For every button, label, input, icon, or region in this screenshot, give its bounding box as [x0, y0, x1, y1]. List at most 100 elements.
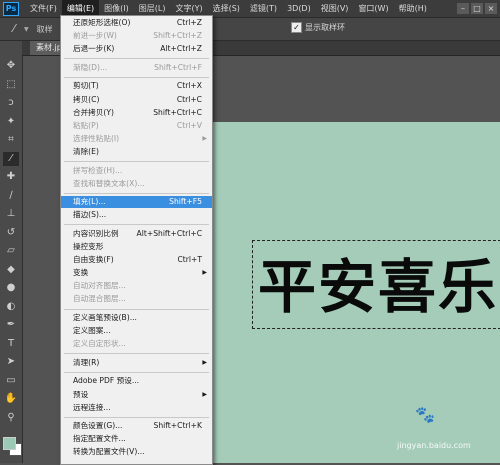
- menu-option-shortcut: Ctrl+Z: [176, 18, 202, 27]
- menu-option-label: 选择性粘贴(I): [73, 133, 120, 143]
- menu-option[interactable]: Adobe PDF 预设...: [61, 375, 212, 387]
- brush-icon[interactable]: ∕: [3, 189, 19, 203]
- foreground-color-swatch[interactable]: [3, 437, 16, 450]
- chevron-down-icon[interactable]: ▼: [24, 26, 29, 33]
- menu-option-label: 操控变形: [73, 242, 104, 251]
- menu-separator: [64, 76, 209, 78]
- menu-option[interactable]: 清理(R) ▶: [61, 357, 212, 369]
- show-sampling-ring-option[interactable]: ✓ 显示取样环: [291, 22, 345, 33]
- menu-option: 粘贴(P) Ctrl+V: [61, 120, 212, 132]
- marquee-selection: [252, 240, 500, 329]
- menu-item[interactable]: 帮助(H): [394, 0, 432, 17]
- pen-icon[interactable]: ✒: [3, 318, 19, 332]
- sample-label: 取样: [36, 24, 53, 34]
- menu-option-shortcut: Shift+Ctrl+K: [153, 421, 202, 431]
- photoshop-logo: Ps: [3, 1, 19, 16]
- bucket-icon[interactable]: ◆: [3, 263, 19, 277]
- crop-icon[interactable]: ⌗: [3, 133, 19, 147]
- menu-option-shortcut: Ctrl+T: [177, 255, 202, 265]
- maximize-icon[interactable]: □: [471, 3, 483, 14]
- close-icon[interactable]: ×: [485, 3, 497, 14]
- type-icon[interactable]: T: [3, 337, 19, 351]
- menu-separator: [64, 224, 209, 226]
- menu-option[interactable]: 远程连接...: [61, 402, 212, 414]
- menu-item[interactable]: 3D(D): [282, 0, 316, 17]
- window-controls: – □ ×: [457, 3, 500, 14]
- menu-option[interactable]: 指定配置文件...: [61, 433, 212, 445]
- history-brush-icon[interactable]: ↺: [3, 226, 19, 240]
- menu-separator: [64, 308, 209, 310]
- menu-option[interactable]: 清除(E): [61, 146, 212, 158]
- shape-icon[interactable]: ▭: [3, 374, 19, 388]
- menu-option-label: 描边(S)...: [73, 210, 107, 220]
- minimize-icon[interactable]: –: [457, 3, 469, 14]
- menu-option-label: 渐隐(D)...: [73, 62, 108, 72]
- menu-option[interactable]: 颜色设置(G)... Shift+Ctrl+K: [61, 420, 212, 432]
- menu-option-shortcut: Shift+Ctrl+Z: [153, 31, 202, 41]
- menu-item[interactable]: 文件(F): [25, 0, 62, 17]
- show-sampling-ring-checkbox[interactable]: ✓: [291, 22, 302, 33]
- menu-option[interactable]: 内容识别比例 Alt+Shift+Ctrl+C: [61, 228, 212, 240]
- menu-item[interactable]: 视图(V): [316, 0, 354, 17]
- show-sampling-ring-label: 显示取样环: [305, 23, 345, 32]
- menu-option[interactable]: 操控变形: [61, 241, 212, 253]
- menu-option[interactable]: 填充(L)... Shift+F5: [61, 196, 212, 209]
- menu-option[interactable]: 转换为配置文件(V)...: [61, 446, 212, 458]
- menu-option-label: 指定配置文件...: [73, 434, 126, 444]
- menu-option-shortcut: Ctrl+V: [176, 120, 202, 130]
- menu-option-label: 清理(R): [73, 357, 100, 367]
- menu-option-label: 后退一步(K): [73, 44, 115, 54]
- menu-option: 自动混合图层...: [61, 293, 212, 305]
- menu-option: 自动对齐图层...: [61, 280, 212, 292]
- menu-separator: [64, 161, 209, 162]
- lasso-icon[interactable]: ↄ: [3, 96, 19, 110]
- submenu-arrow-icon: ▶: [202, 269, 207, 277]
- edit-menu-dropdown: 还原矩形选框(O) Ctrl+Z 前进一步(W) Shift+Ctrl+Z 后退一步(K…: [60, 15, 213, 465]
- menu-option[interactable]: 预设 ▶: [61, 389, 212, 401]
- menu-option[interactable]: 后退一步(K) Alt+Ctrl+Z: [61, 43, 212, 55]
- menu-option-label: 预设: [73, 389, 89, 399]
- menu-option: 拼写检查(H)...: [61, 165, 212, 177]
- menu-option-label: 定义画笔预设(B)...: [73, 313, 137, 322]
- path-select-icon[interactable]: ➤: [3, 355, 19, 369]
- move-icon[interactable]: ✥: [3, 59, 19, 73]
- eyedropper-icon[interactable]: ⁄: [3, 151, 19, 166]
- stamp-icon[interactable]: ⊥: [3, 207, 19, 221]
- menu-option-label: 前进一步(W): [73, 31, 117, 41]
- menu-option-shortcut: Shift+F5: [169, 197, 202, 207]
- menu-item[interactable]: 窗口(W): [353, 0, 393, 17]
- eyedropper-icon[interactable]: ⁄: [6, 21, 22, 37]
- menu-option-label: 粘贴(P): [73, 120, 99, 130]
- menu-option[interactable]: 自由变换(F) Ctrl+T: [61, 254, 212, 266]
- menu-option[interactable]: 剪切(T) Ctrl+X: [61, 80, 212, 92]
- hand-icon[interactable]: ✋: [3, 392, 19, 406]
- menu-option-label: 清除(E): [73, 146, 99, 156]
- menu-option-label: 拷贝(C): [73, 94, 100, 104]
- magic-wand-icon[interactable]: ✦: [3, 115, 19, 129]
- menu-option[interactable]: 变换 ▶: [61, 267, 212, 279]
- marquee-icon[interactable]: ⬚: [3, 78, 19, 92]
- zoom-icon[interactable]: ⚲: [3, 411, 19, 425]
- menu-option[interactable]: 合并拷贝(Y) Shift+Ctrl+C: [61, 107, 212, 119]
- menu-option: 前进一步(W) Shift+Ctrl+Z: [61, 30, 212, 42]
- menu-option[interactable]: 定义图案...: [61, 325, 212, 337]
- menu-option: 查找和替换文本(X)...: [61, 178, 212, 190]
- dodge-icon[interactable]: ◐: [3, 300, 19, 314]
- baidu-paw-icon: 🐾: [415, 405, 435, 424]
- toolbox: ✥ ⬚ ↄ ✦ ⌗ ⁄ ✚ ∕ ⊥ ↺ ▱ ◆ ● ◐ ✒ T ➤ ▭ ✋ ⚲: [0, 41, 23, 463]
- menu-item[interactable]: 选择(S): [208, 0, 245, 17]
- menu-item[interactable]: 滤镜(T): [245, 0, 282, 17]
- menu-option-label: 自由变换(F): [73, 255, 114, 265]
- healing-icon[interactable]: ✚: [3, 170, 19, 184]
- eraser-icon[interactable]: ▱: [3, 244, 19, 258]
- menu-option[interactable]: 描边(S)...: [61, 209, 212, 221]
- submenu-arrow-icon: ▶: [202, 358, 207, 366]
- menu-option[interactable]: 定义画笔预设(B)...: [61, 312, 212, 324]
- menu-option-label: 合并拷贝(Y): [73, 107, 114, 117]
- menu-separator: [64, 416, 209, 418]
- menu-separator: [64, 371, 209, 373]
- menu-option: 选择性粘贴(I) ▶: [61, 133, 212, 145]
- blur-icon[interactable]: ●: [3, 281, 19, 295]
- menu-option[interactable]: 还原矩形选框(O) Ctrl+Z: [61, 17, 212, 29]
- menu-option[interactable]: 拷贝(C) Ctrl+C: [61, 94, 212, 106]
